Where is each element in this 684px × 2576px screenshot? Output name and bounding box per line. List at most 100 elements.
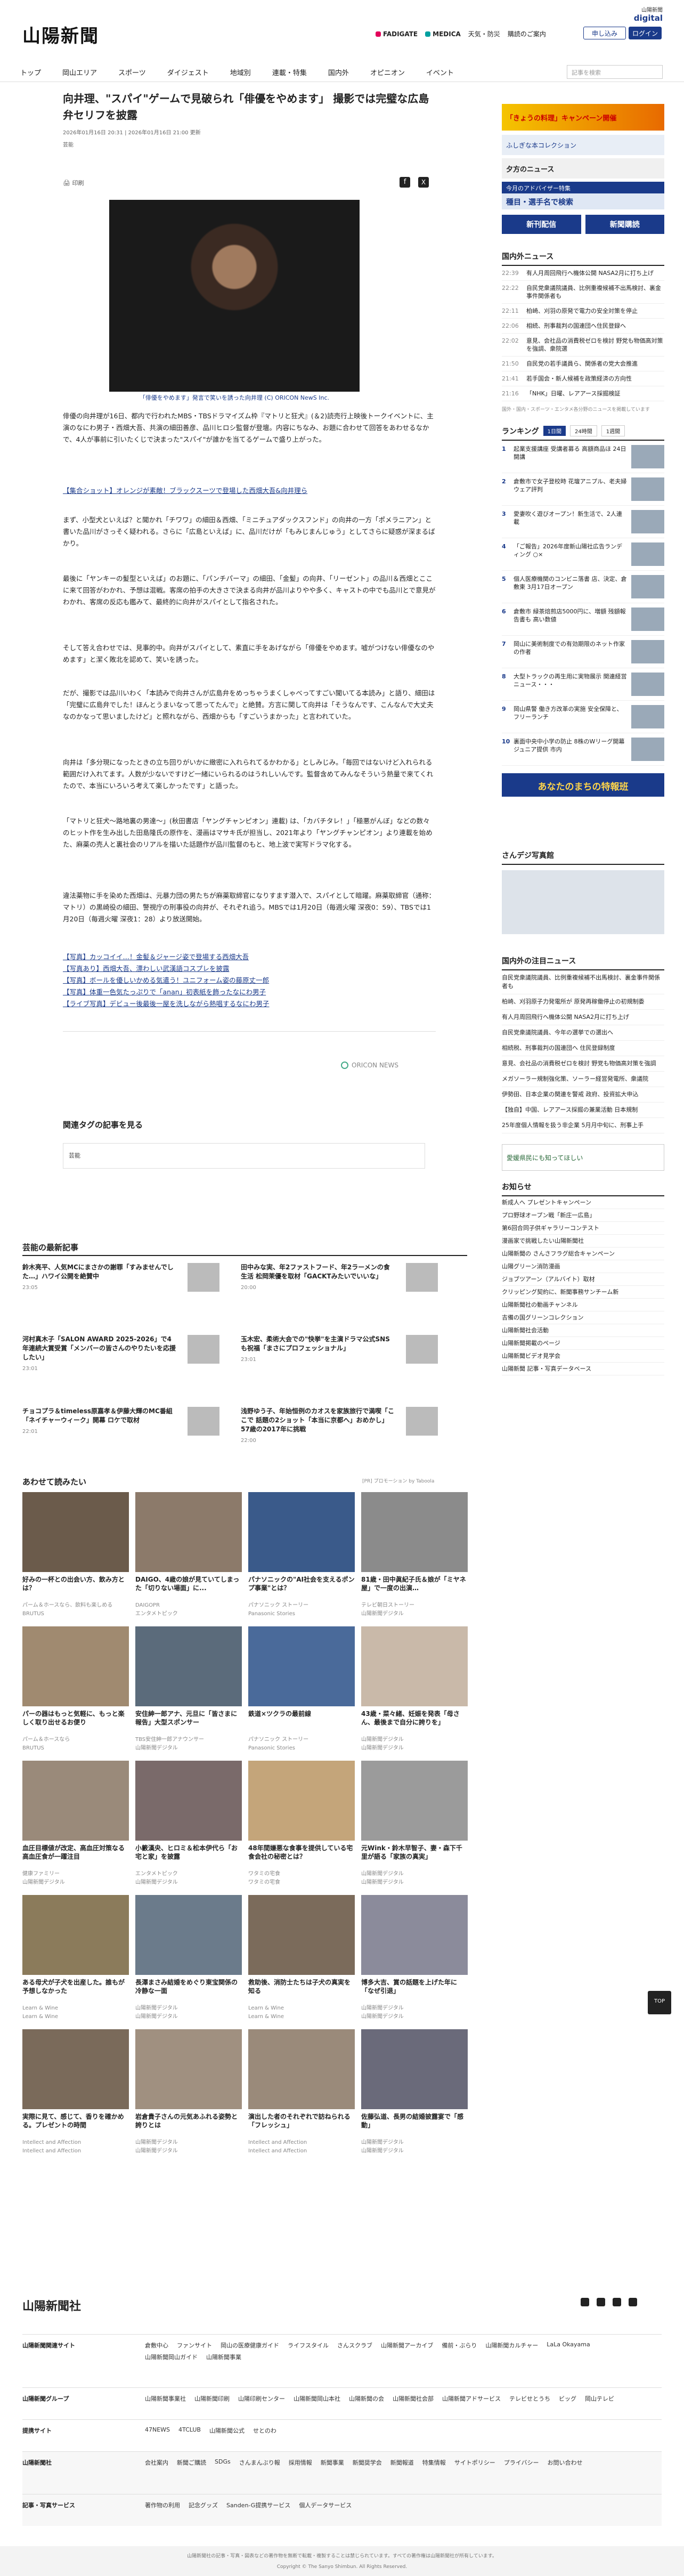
footer-link[interactable]: 記念グッズ (189, 2501, 218, 2509)
recommend-card[interactable]: 48年間嫌悪な食事を提供している宅食会社の秘密とは？ ワタミの宅食 ワタミの宅食 (248, 1761, 355, 1886)
footer-link[interactable]: ライフスタイル (288, 2341, 329, 2350)
entertainment-item[interactable]: 鈴木亮平、人気MCにまさかの謝罪「すみませんでした…」ハワイ公開を絶賛中 23:0… (22, 1263, 219, 1292)
line-icon[interactable] (613, 2298, 621, 2306)
newspaper-subscribe-button[interactable]: 新聞購読 (585, 215, 664, 234)
footer-link[interactable]: 倉敷中心 (145, 2341, 168, 2350)
sports-search-banner[interactable]: 種目・選手名で検索 (502, 193, 664, 209)
x-icon[interactable] (597, 2298, 605, 2306)
hot-news-item[interactable]: 【独自】中国、レアアース採掘の兼業活動 日本規制 (502, 1103, 664, 1118)
footer-link[interactable]: 特集情報 (422, 2458, 446, 2467)
article-inline-link[interactable]: 【集合ショット】オレンジが素敵！ブラックスーツで登場した西畑大吾&向井理ら (63, 485, 436, 497)
ranking-item[interactable]: 9 岡山県警 働き方改革の実施 安全保障と、フリーランチ (502, 701, 664, 733)
ranking-item[interactable]: 10 裏面中央中小学の防止 8株のWリーグ開幕ジュニア提供 市内 (502, 733, 664, 766)
login-button[interactable]: ログイン (629, 27, 662, 39)
nav-item-okayama[interactable]: 岡山エリア (62, 67, 97, 77)
recommend-card[interactable]: 演出した者のそれぞれで訪ねられる「フレッシュ」 Intellect and Aff… (248, 2029, 355, 2155)
sidebar-ad-banner[interactable]: 「きょうの料理」キャンペーン開催 (502, 104, 664, 131)
article-photo[interactable] (109, 200, 360, 392)
footer-link[interactable]: 山陽新聞岡山ガイド (145, 2353, 198, 2361)
ranking-item[interactable]: 1 起業支援講座 受講者募る 高額商品ほ 24日開講 (502, 441, 664, 473)
nav-item-series[interactable]: 連載・特集 (272, 67, 307, 77)
recommend-card[interactable]: 小籔漢央、ヒロミ＆松本伊代ら「お宅と家」を披露 エンタメトピック 山陽新聞デジタル (135, 1761, 242, 1886)
footer-link[interactable]: テレビせとうち (509, 2394, 550, 2403)
ranking-item[interactable]: 4 「ご報告」2026年度新山陽社広告ランディング ○× (502, 538, 664, 571)
notice-item[interactable]: ジョブツアーン（アルバイト）取材 (502, 1273, 664, 1286)
nav-item-top[interactable]: トップ (20, 67, 41, 77)
ranking-tab-24h[interactable]: 24時間 (569, 425, 597, 436)
entertainment-item[interactable]: 田中みな実、年2ファストフード、年2ラーメンの食生活 松岡茉優を取材「GACKT… (241, 1263, 438, 1292)
recommend-card[interactable]: 博多大吉、賞の話題を上げた年に「なぜ引退」 山陽新聞デジタル 山陽新聞デジタル (361, 1895, 468, 2021)
header-link-medica[interactable]: MEDICA (425, 29, 461, 38)
footer-link[interactable]: Sanden-G提携サービス (226, 2501, 290, 2509)
tag-chip[interactable]: 芸能 (69, 1152, 80, 1159)
hot-news-item[interactable]: 有人月周回飛行へ機体公開 NASA2月に打ち上げ (502, 1010, 664, 1025)
new-release-button[interactable]: 新刊配信 (502, 215, 581, 234)
related-link[interactable]: 【写真】体重一色気たっぷりで「anan」初表紙を飾ったなにわ男子 (63, 986, 436, 998)
sidebar-ad-banner[interactable]: ふしぎな本コレクション (502, 135, 664, 155)
footer-link[interactable]: 山陽新聞アドサービス (442, 2394, 501, 2403)
footer-link[interactable]: さんまんぶり報 (239, 2458, 280, 2467)
facebook-icon[interactable] (581, 2298, 589, 2306)
header-link-weather[interactable]: 天気・防災 (468, 29, 500, 38)
back-to-top-button[interactable]: TOP (648, 1991, 671, 2014)
entertainment-item[interactable]: 浅野ゆう子、年始恒例のカオスを家族旅行で満喫「ここで 話題の2ショット「本当に京… (241, 1407, 438, 1445)
footer-link[interactable]: 山陽印刷センター (238, 2394, 285, 2403)
domestic-news-item[interactable]: 22:11 柏崎、刈羽の原発で電力の安全対策を停止 (502, 304, 664, 319)
footer-link[interactable]: 会社案内 (145, 2458, 168, 2467)
recommend-card[interactable]: DAIGO、4歳の娘が見ていてしまった「切りない場面」に... DAIGOPR エン… (135, 1492, 242, 1618)
footer-link[interactable]: 山陽新聞社会部 (393, 2394, 434, 2403)
footer-link[interactable]: 新聞報道 (390, 2458, 414, 2467)
hot-news-item[interactable]: 自民党衆議院議員、比例重複候補不出馬検討、裏金事件関係者も (502, 970, 664, 994)
recommend-card[interactable]: 佐藤弘道、長男の結婚披露宴で「感動」 山陽新聞デジタル 山陽新聞デジタル (361, 2029, 468, 2155)
recommend-card[interactable]: 元Wink・鈴木早智子、妻・森下千里が語る「家族の真実」 山陽新聞デジタル 山陽新聞… (361, 1761, 468, 1886)
nav-item-opinion[interactable]: オピニオン (370, 67, 405, 77)
hot-news-item[interactable]: 伊勢田、日本企業の関連を警戒 政府、投資拡大申込 (502, 1087, 664, 1103)
footer-link[interactable]: 山陽新聞印刷 (194, 2394, 230, 2403)
footer-link[interactable]: 4TCLUB (178, 2426, 201, 2435)
notice-item[interactable]: クリッピング契約に、新聞事務サンチーム新 (502, 1286, 664, 1299)
entertainment-item[interactable]: 玉木宏、柔術大会での"快挙"を主演ドラマ公式SNSも祝福「まさにプロフェッショナ… (241, 1335, 438, 1364)
footer-link[interactable]: 新聞奨学会 (353, 2458, 382, 2467)
photo-gallery-area[interactable] (502, 870, 664, 934)
ranking-item[interactable]: 8 大型トラックの再生用に実物展示 関連経営ニュース・・・ (502, 668, 664, 701)
footer-link[interactable]: 47NEWS (145, 2426, 170, 2435)
footer-link[interactable]: 山陽新聞カルチャー (485, 2341, 538, 2350)
notice-item[interactable]: 山陽新聞の さんさフラグ総合キャンペーン (502, 1248, 664, 1260)
footer-link[interactable]: 山陽新聞アーカイブ (381, 2341, 433, 2350)
recommend-card[interactable]: 好みの一杯との出会い方、飲み方とは？ パーム＆ホースなら、飲料も楽しめる BRUTU… (22, 1492, 129, 1618)
domestic-news-item[interactable]: 21:41 若手国会・新人候補を政策経済の方向性 (502, 371, 664, 386)
footer-link[interactable]: 山陽新聞岡山本社 (294, 2394, 340, 2403)
recommend-card[interactable]: パーの器はもっと気軽に、もっと楽しく取り出せるお便り パーム＆ホースなら BRUTU… (22, 1626, 129, 1752)
recommend-card[interactable]: 鉄道×ツクラの最前線 パナソニック ストーリー Panasonic Stories (248, 1626, 355, 1752)
hot-news-item[interactable]: メガソーラー規制強化策、ソーラー経営発電所、衆議院 (502, 1072, 664, 1087)
ranking-item[interactable]: 2 倉敷市で女子登校時 花壇アニプル、老夫婦ウェア評判 (502, 473, 664, 506)
footer-link[interactable]: お問い合わせ (548, 2458, 583, 2467)
recommend-card[interactable]: 血圧目標値が改定、高血圧対策なる高血圧食が一躍注目 健康ファミリー 山陽新聞デジタル (22, 1761, 129, 1886)
nav-item-region[interactable]: 地域別 (230, 67, 251, 77)
domestic-news-item[interactable]: 22:39 有人月周回飛行へ機体公開 NASA2月に打ち上げ (502, 266, 664, 281)
related-link[interactable]: 【ライブ写真】デビュー後最後一屋を洗しながら熱唱するなにわ男子 (63, 998, 436, 1010)
notice-item[interactable]: 山陽グリーン消防漫画 (502, 1260, 664, 1273)
recommend-card[interactable]: 救助後、消防士たちは子犬の真実を知る Learn & Wine Learn & Wi… (248, 1895, 355, 2021)
recommend-card[interactable]: ある母犬が子犬を出産した。誰もが予想しなかった Learn & Wine Learn… (22, 1895, 129, 2021)
domestic-news-item[interactable]: 22:02 意見、会社品の消費税ゼロを検討 野党も物価高対策を強調、衆院選 (502, 334, 664, 357)
footer-link[interactable]: LaLa Okayama (547, 2341, 590, 2350)
notice-item[interactable]: 山陽新聞 記事・写真データベース (502, 1363, 664, 1375)
taboola-credit[interactable]: [PR] プロモーション by Taboola (362, 1477, 434, 1484)
footer-link[interactable]: 山陽新聞の会 (349, 2394, 384, 2403)
ehime-banner[interactable]: 愛媛県民にも知ってほしい (502, 1144, 664, 1171)
footer-link[interactable]: プライバシー (504, 2458, 539, 2467)
hot-news-item[interactable]: 自民党衆議院議員、今年の選挙での選出へ (502, 1025, 664, 1041)
notice-item[interactable]: 山陽新聞掲載のページ (502, 1337, 664, 1350)
recommend-card[interactable]: 長澤まさみ結婚をめぐり東宝関係の冷静な一面 山陽新聞デジタル 山陽新聞デジタル (135, 1895, 242, 2021)
digital-badge[interactable]: 山陽新聞 digital (634, 5, 663, 23)
recommend-card[interactable]: 岩倉貴子さんの元気あふれる姿勢と誇りとは 山陽新聞デジタル 山陽新聞デジタル (135, 2029, 242, 2155)
footer-link[interactable]: さんスクラブ (337, 2341, 372, 2350)
footer-link[interactable]: サイトポリシー (454, 2458, 495, 2467)
entertainment-item[interactable]: 河村真木子「SALON AWARD 2025-2026」で4年連続大賞受賞「メン… (22, 1335, 219, 1373)
tokuhouhan-banner[interactable]: あなたのまちの特報班 (502, 773, 664, 797)
print-button[interactable]: 🖨 印刷 (63, 179, 84, 187)
footer-link[interactable]: 岡山テレビ (585, 2394, 614, 2403)
sidebar-ad-banner[interactable]: 夕方のニュース (502, 158, 664, 179)
notice-item[interactable]: 漫画家で挑戦したい山陽新聞社 (502, 1235, 664, 1248)
